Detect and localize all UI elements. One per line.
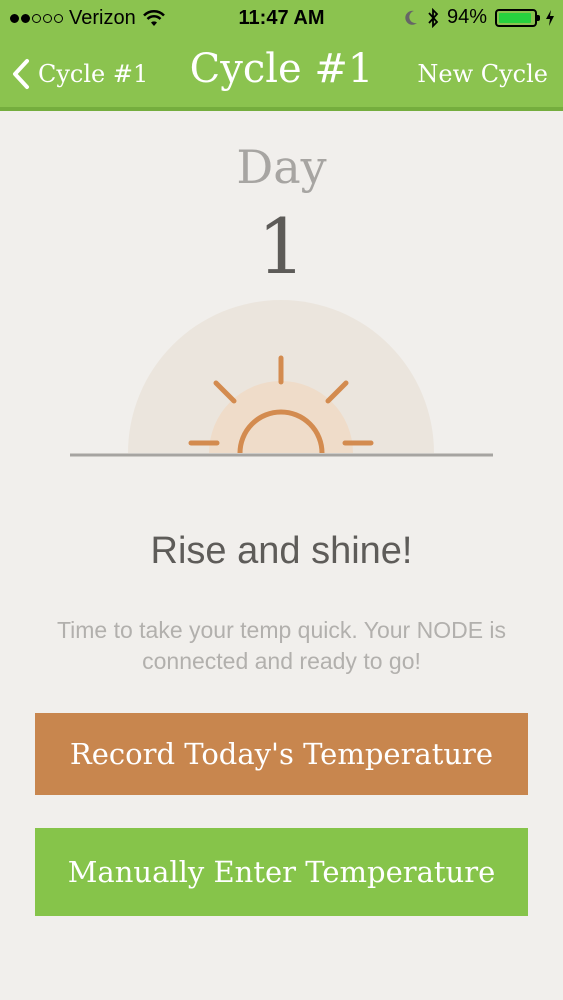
battery-icon bbox=[495, 8, 540, 27]
battery-percent: 94% bbox=[446, 6, 487, 28]
record-temperature-label: Record Today's Temperature bbox=[69, 737, 494, 771]
manual-entry-button[interactable]: Manually Enter Temperature bbox=[35, 828, 528, 916]
bluetooth-icon bbox=[428, 7, 439, 28]
sunrise-icon bbox=[70, 300, 493, 457]
new-cycle-button[interactable]: New Cycle bbox=[417, 60, 548, 88]
record-temperature-button[interactable]: Record Today's Temperature bbox=[35, 713, 528, 795]
status-right: 94% bbox=[403, 6, 555, 29]
status-bar: Verizon 11:47 AM 94% bbox=[0, 0, 563, 38]
app-screen: Verizon 11:47 AM 94% Cycle #1 Cycle #1 N… bbox=[0, 0, 563, 1000]
app-header: Verizon 11:47 AM 94% Cycle #1 Cycle #1 N… bbox=[0, 0, 563, 111]
greeting-headline: Rise and shine! bbox=[150, 530, 413, 572]
moon-icon bbox=[405, 10, 417, 25]
manual-entry-label: Manually Enter Temperature bbox=[67, 855, 496, 889]
navigation-bar: Cycle #1 Cycle #1 New Cycle bbox=[0, 38, 563, 108]
day-number: 1 bbox=[257, 202, 306, 291]
day-label: Day bbox=[236, 140, 327, 194]
battery-level-fill bbox=[499, 12, 531, 23]
connection-status-message: Time to take your temp quick. Your NODE … bbox=[56, 617, 507, 674]
charging-icon bbox=[546, 9, 554, 26]
